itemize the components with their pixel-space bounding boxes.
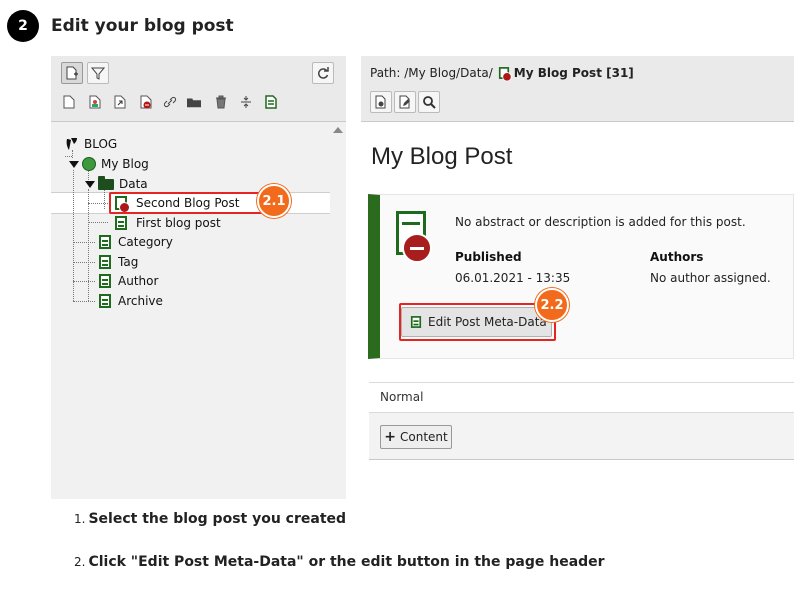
expand-arrow-icon[interactable] bbox=[69, 160, 79, 168]
page-icon[interactable] bbox=[62, 94, 76, 110]
column-label: Normal bbox=[380, 390, 424, 404]
add-content-button[interactable]: + Content bbox=[380, 425, 452, 449]
search-icon[interactable] bbox=[418, 91, 440, 113]
content-column: + Content bbox=[369, 412, 794, 460]
instruction-2: 2. Click "Edit Post Meta-Data" or the edi… bbox=[74, 554, 605, 570]
user-page-icon[interactable] bbox=[88, 94, 102, 110]
globe-icon bbox=[82, 157, 96, 171]
tree-node-author[interactable]: Author bbox=[99, 272, 158, 290]
folder-icon bbox=[98, 175, 114, 190]
tree-site-label: My Blog bbox=[101, 157, 149, 171]
filter-icon[interactable] bbox=[87, 62, 109, 84]
tree-node-site[interactable]: My Blog bbox=[69, 155, 149, 173]
tree-item-label: Category bbox=[118, 235, 173, 249]
edit-page-icon[interactable] bbox=[394, 91, 416, 113]
tree-node-tag[interactable]: Tag bbox=[99, 253, 138, 271]
new-page-icon[interactable] bbox=[61, 62, 83, 84]
tree-folder-label: Data bbox=[119, 177, 148, 191]
tree-node-category[interactable]: Category bbox=[99, 233, 173, 251]
blog-post-icon[interactable] bbox=[139, 94, 153, 110]
tree-item-label: First blog post bbox=[136, 216, 221, 230]
step-title: Edit your blog post bbox=[51, 16, 234, 36]
doc-header: Path: /My Blog/Data/ My Blog Post [31] bbox=[361, 56, 794, 122]
tree-root-label: BLOG bbox=[84, 137, 118, 151]
remove-icon bbox=[402, 233, 432, 263]
folder-icon[interactable] bbox=[187, 94, 201, 110]
published-label: Published bbox=[455, 250, 522, 264]
backend-section-icon[interactable] bbox=[264, 94, 278, 110]
page-icon bbox=[99, 255, 111, 269]
separator-icon[interactable] bbox=[239, 94, 253, 110]
annotation-badge-2-1: 2.1 bbox=[257, 184, 291, 218]
page-icon bbox=[99, 235, 111, 249]
page-icon bbox=[99, 294, 111, 308]
highlight-selected-post bbox=[109, 192, 269, 214]
page-icon bbox=[99, 274, 111, 288]
expand-arrow-icon[interactable] bbox=[85, 180, 95, 188]
refresh-icon[interactable] bbox=[312, 62, 334, 84]
annotation-badge-2-2: 2.2 bbox=[535, 288, 569, 322]
page-title: My Blog Post bbox=[371, 143, 513, 170]
tree-item-label: Author bbox=[118, 274, 159, 288]
highlight-edit-meta-button bbox=[399, 303, 556, 341]
blog-post-icon bbox=[498, 67, 512, 82]
shortcut-icon[interactable] bbox=[163, 94, 177, 110]
step-number-badge: 2 bbox=[7, 10, 39, 42]
tree-item-label: Archive bbox=[118, 294, 163, 308]
tree-scrollbar[interactable] bbox=[330, 122, 346, 499]
tree-node-root[interactable]: BLOG bbox=[65, 135, 117, 153]
backend-screenshot: BLOG My Blog Data Second Blog Post First… bbox=[51, 56, 794, 499]
breadcrumb: Path: /My Blog/Data/ My Blog Post [31] bbox=[370, 66, 634, 82]
link-page-icon[interactable] bbox=[113, 94, 127, 110]
tree-node-archive[interactable]: Archive bbox=[99, 292, 163, 310]
panel-divider bbox=[346, 56, 361, 499]
breadcrumb-prefix[interactable]: Path: /My Blog/Data/ bbox=[370, 66, 493, 80]
abstract-text: No abstract or description is added for … bbox=[455, 215, 746, 229]
plus-icon: + bbox=[384, 429, 396, 445]
tree-node-first-blog-post[interactable]: First blog post bbox=[115, 214, 221, 232]
authors-label: Authors bbox=[650, 250, 704, 264]
content-button-label: Content bbox=[400, 430, 448, 444]
authors-value: No author assigned. bbox=[650, 271, 771, 285]
page-tree-toolbar bbox=[51, 56, 346, 122]
view-icon[interactable] bbox=[370, 91, 392, 113]
tree-node-data-folder[interactable]: Data bbox=[85, 175, 148, 193]
page-icon bbox=[115, 216, 127, 230]
published-value: 06.01.2021 - 13:35 bbox=[455, 271, 571, 285]
typo3-logo-icon bbox=[65, 137, 79, 151]
instruction-1: 1. Select the blog post you created bbox=[74, 511, 347, 527]
tree-item-label: Tag bbox=[118, 255, 139, 269]
trash-icon[interactable] bbox=[214, 94, 228, 110]
breadcrumb-current: My Blog Post [31] bbox=[513, 66, 634, 80]
